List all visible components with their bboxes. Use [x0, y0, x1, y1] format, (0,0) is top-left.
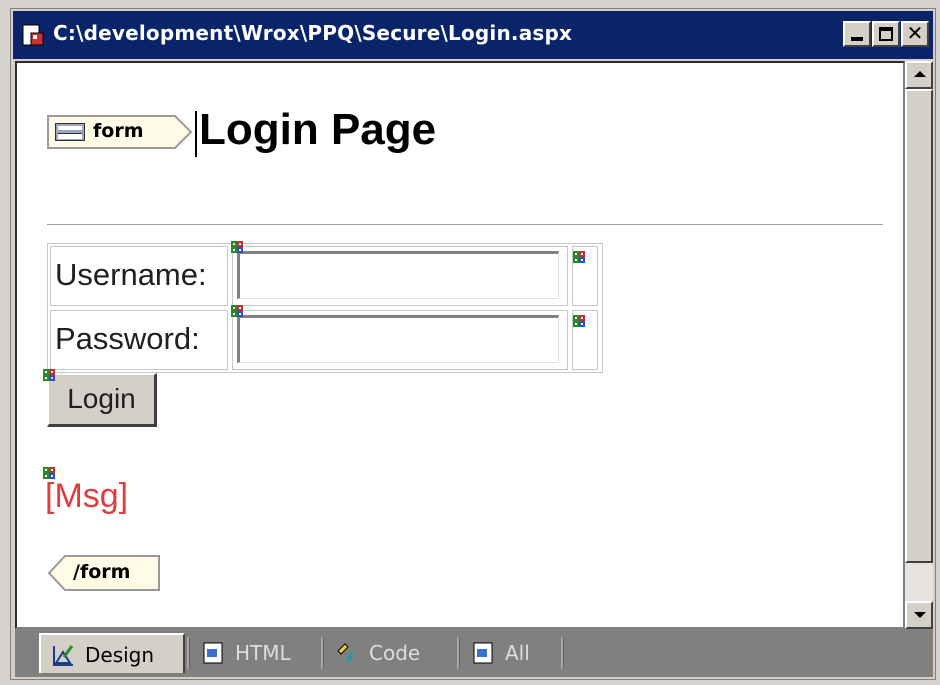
design-icon	[53, 645, 74, 666]
form-close-label: /form	[73, 561, 131, 583]
message-label[interactable]: [Msg]	[45, 477, 128, 516]
tab-separator	[561, 637, 564, 669]
page-heading[interactable]: Login Page	[199, 105, 436, 155]
title-bar[interactable]: C:\development\Wrox\PPQ\Secure\Login.asp…	[13, 11, 933, 59]
tab-design-label: Design	[85, 643, 155, 667]
server-control-icon	[43, 467, 57, 481]
document-icon	[22, 24, 44, 46]
password-field[interactable]	[237, 315, 559, 363]
horizontal-rule	[47, 224, 883, 225]
login-table: Username: Password:	[47, 243, 603, 373]
tab-separator	[321, 637, 324, 669]
scroll-up-button[interactable]	[905, 61, 933, 89]
designer-window: C:\development\Wrox\PPQ\Secure\Login.asp…	[10, 8, 936, 680]
username-label-cell: Username:	[50, 246, 228, 306]
tab-code[interactable]: Code	[325, 633, 457, 673]
form-open-tag[interactable]: form	[47, 115, 193, 149]
design-surface[interactable]: form Login Page Username: Password: Logi…	[15, 61, 905, 629]
view-tab-bar: Design HTML Code All	[15, 629, 933, 677]
tab-all[interactable]: All	[461, 633, 561, 673]
tab-separator	[457, 637, 460, 669]
password-input-cell	[232, 310, 568, 370]
window-title: C:\development\Wrox\PPQ\Secure\Login.asp…	[53, 21, 573, 45]
username-input-cell	[232, 246, 568, 306]
server-control-icon	[573, 251, 587, 265]
maximize-icon	[879, 27, 893, 41]
minimize-button[interactable]	[843, 21, 871, 47]
close-button[interactable]: ✕	[901, 21, 929, 47]
login-button[interactable]: Login	[47, 373, 157, 427]
form-close-tag[interactable]: /form	[47, 555, 161, 591]
username-field[interactable]	[237, 251, 559, 299]
all-icon	[473, 642, 493, 664]
code-icon	[337, 643, 355, 663]
server-control-icon	[231, 305, 245, 319]
tab-html[interactable]: HTML	[191, 633, 321, 673]
text-caret	[195, 111, 197, 157]
tab-html-label: HTML	[235, 641, 291, 665]
close-icon: ✕	[906, 21, 924, 45]
minimize-icon	[851, 37, 863, 41]
username-label: Username:	[55, 257, 207, 292]
password-label-cell: Password:	[50, 310, 228, 370]
form-icon	[55, 123, 85, 141]
form-tag-label: form	[93, 120, 144, 142]
scroll-thumb[interactable]	[905, 89, 933, 563]
tab-code-label: Code	[369, 641, 421, 665]
server-control-icon	[231, 241, 245, 255]
tab-all-label: All	[505, 641, 530, 665]
vertical-scrollbar[interactable]	[905, 61, 933, 629]
maximize-button[interactable]	[872, 21, 900, 47]
password-label: Password:	[55, 321, 200, 356]
server-control-icon	[43, 369, 57, 383]
tab-design[interactable]: Design	[39, 633, 185, 673]
html-icon	[203, 642, 223, 664]
tab-separator	[187, 637, 190, 669]
server-control-icon	[573, 315, 587, 329]
scroll-down-button[interactable]	[905, 601, 933, 629]
